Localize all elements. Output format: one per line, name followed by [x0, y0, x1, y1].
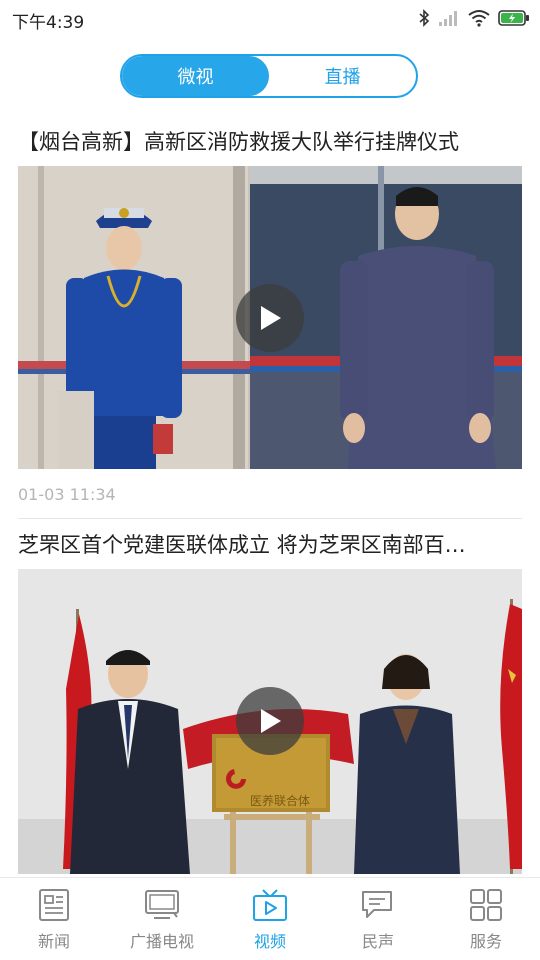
segmented-control: 微视 直播 — [120, 54, 418, 98]
video-thumbnail[interactable]: 医养联合体 — [18, 569, 522, 874]
signal-icon — [439, 11, 457, 26]
tab-label: 广播电视 — [129, 932, 194, 951]
tab-live[interactable]: 直播 — [269, 56, 416, 96]
tab-label: 视频 — [253, 932, 286, 951]
chat-icon — [362, 891, 392, 918]
play-icon — [261, 306, 281, 330]
video-timestamp: 01-03 11:34 — [18, 485, 116, 504]
video-icon — [253, 889, 287, 921]
news-icon — [39, 889, 69, 921]
battery-icon — [498, 10, 529, 26]
play-button[interactable] — [236, 687, 304, 755]
tab-weishi[interactable]: 微视 — [122, 56, 269, 96]
video-item[interactable]: 芝罘区首个党建医联体成立 将为芝罘区南部百… 医养联合体 — [18, 529, 522, 874]
tab-public-voice[interactable]: 民声 — [324, 878, 432, 960]
grid-icon — [470, 889, 502, 921]
tab-broadcast-tv[interactable]: 广播电视 — [108, 878, 216, 960]
tab-label: 服务 — [469, 932, 502, 951]
video-thumbnail[interactable] — [18, 166, 522, 469]
video-title[interactable]: 【烟台高新】高新区消防救援大队举行挂牌仪式 — [18, 126, 522, 156]
tab-news[interactable]: 新闻 — [0, 878, 108, 960]
status-time: 下午4:39 — [12, 13, 85, 33]
play-button[interactable] — [236, 284, 304, 352]
plaque-text: 医养联合体 — [250, 793, 310, 808]
tab-label: 民声 — [361, 932, 394, 951]
video-feed: 【烟台高新】高新区消防救援大队举行挂牌仪式 01-03 11:34 芝罘区首个党… — [18, 116, 522, 874]
tab-video[interactable]: 视频 — [216, 878, 324, 960]
video-title[interactable]: 芝罘区首个党建医联体成立 将为芝罘区南部百… — [18, 529, 522, 559]
status-bar: 下午4:39 — [0, 0, 540, 36]
tab-label: 新闻 — [37, 932, 70, 951]
tab-services[interactable]: 服务 — [432, 878, 540, 960]
status-icons — [418, 8, 530, 28]
tv-icon — [145, 890, 179, 919]
bottom-tab-bar: 新闻 广播电视 视频 民声 服务 — [0, 877, 540, 960]
wifi-icon — [468, 10, 490, 27]
video-item[interactable]: 【烟台高新】高新区消防救援大队举行挂牌仪式 01-03 11:34 — [18, 126, 522, 519]
bluetooth-icon — [419, 9, 430, 27]
divider — [18, 518, 522, 519]
play-icon — [261, 709, 281, 733]
